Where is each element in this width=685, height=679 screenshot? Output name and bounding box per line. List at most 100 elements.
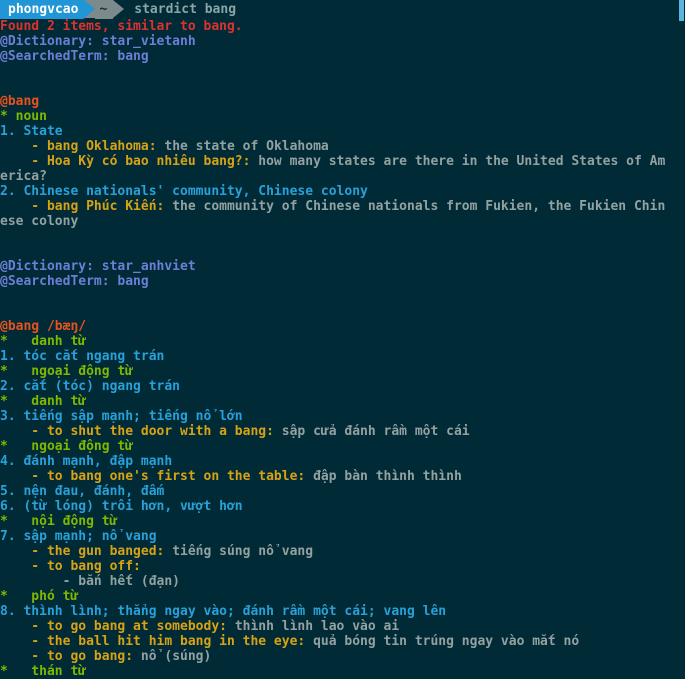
terminal-text-span: - bắn hết (đạn) xyxy=(0,574,181,589)
terminal-line: 5. nện đau, đánh, đấm xyxy=(0,484,685,499)
terminal-line: erica? xyxy=(0,169,685,184)
prompt-arrow-icon xyxy=(113,0,125,18)
terminal-window: phongvcao ~ stardict bang Found 2 items,… xyxy=(0,0,685,679)
terminal-text-span: * danh từ xyxy=(0,394,87,409)
terminal-text-span: @Dictionary: star_anhviet xyxy=(0,259,196,274)
terminal-output: Found 2 items, similar to bang. @Dictiona… xyxy=(0,19,685,679)
terminal-text-span: * thán từ xyxy=(0,664,87,679)
terminal-line: - bang Oklahoma: the state of Oklahoma xyxy=(0,139,685,154)
terminal-text-span: how many states are there in the United … xyxy=(258,154,666,169)
terminal-text-span: Found 2 items, similar to bang. xyxy=(0,19,243,34)
terminal-text-span: @SearchedTerm: bang xyxy=(0,49,149,64)
terminal-line: * ngoại động từ xyxy=(0,439,685,454)
terminal-text-span: tiếng súng nổ vang xyxy=(172,544,314,559)
scrollbar[interactable] xyxy=(676,0,685,679)
terminal-line: - the ball hit him bang in the eye: quả … xyxy=(0,634,685,649)
prompt-arrow-icon xyxy=(84,0,96,18)
terminal-text-span: 5. nện đau, đánh, đấm xyxy=(0,484,165,499)
terminal-text-span: @Dictionary: star_vietanh xyxy=(0,34,196,49)
terminal-text-span: - to bang one's first on the table: xyxy=(0,469,314,484)
terminal-text-span: @SearchedTerm: bang xyxy=(0,274,149,289)
terminal-line: 4. đánh mạnh, đập mạnh xyxy=(0,454,685,469)
prompt-cwd-segment: ~ xyxy=(95,0,114,19)
terminal-text-span: 2. cắt (tóc) ngang trán xyxy=(0,379,181,394)
terminal-line: * danh từ xyxy=(0,334,685,349)
terminal-text-span: @bang xyxy=(0,94,40,109)
terminal-text-span: * phó từ xyxy=(0,589,79,604)
terminal-text-span: 2. Chinese nationals' community, Chinese… xyxy=(0,184,368,199)
terminal-text-span: the community of Chinese nationals from … xyxy=(172,199,666,214)
terminal-text-span: * ngoại động từ xyxy=(0,364,134,379)
terminal-text-span: - the gun banged: xyxy=(0,544,173,559)
terminal-text-span: - the ball hit him bang in the eye: xyxy=(0,634,314,649)
terminal-text-span: erica? xyxy=(0,169,47,184)
terminal-line: 2. cắt (tóc) ngang trán xyxy=(0,379,685,394)
terminal-line: - to shut the door with a bang: sập cửa … xyxy=(0,424,685,439)
terminal-screen: phongvcao ~ stardict bang Found 2 items,… xyxy=(0,0,685,679)
terminal-line: - to go bang at somebody: thình lình lao… xyxy=(0,619,685,634)
terminal-text-span: ese colony xyxy=(0,214,79,229)
terminal-text-span: the state of Oklahoma xyxy=(164,139,329,154)
terminal-line: * nội động từ xyxy=(0,514,685,529)
terminal-line: 7. sập mạnh; nổ vang xyxy=(0,529,685,544)
terminal-line: 6. (từ lóng) trôi hơn, vượt hơn xyxy=(0,499,685,514)
terminal-line: 1. tóc cắt ngang trán xyxy=(0,349,685,364)
terminal-line: @SearchedTerm: bang xyxy=(0,49,685,64)
terminal-text-span: 7. sập mạnh; nổ vang xyxy=(0,529,157,544)
prompt-user-segment: phongvcao xyxy=(0,0,85,19)
command-text: stardict bang xyxy=(134,2,237,17)
terminal-line: - to bang one's first on the table: đập … xyxy=(0,469,685,484)
scrollbar-thumb[interactable] xyxy=(679,0,684,21)
terminal-line: @bang xyxy=(0,94,685,109)
terminal-text-span: - to go bang at somebody: xyxy=(0,619,235,634)
terminal-line: * thán từ xyxy=(0,664,685,679)
terminal-line: 3. tiếng sập mạnh; tiếng nổ lớn xyxy=(0,409,685,424)
terminal-line: Found 2 items, similar to bang. xyxy=(0,19,685,34)
terminal-text-span: 3. tiếng sập mạnh; tiếng nổ lớn xyxy=(0,409,243,424)
terminal-line: * ngoại động từ xyxy=(0,364,685,379)
terminal-line: @bang /bæŋ/ xyxy=(0,319,685,334)
terminal-text-span: 4. đánh mạnh, đập mạnh xyxy=(0,454,173,469)
terminal-line: * noun xyxy=(0,109,685,124)
terminal-line: * phó từ xyxy=(0,589,685,604)
terminal-line: ese colony xyxy=(0,214,685,229)
terminal-text-span: nổ (súng) xyxy=(140,649,212,664)
terminal-text-span: sập cửa đánh rầm một cái xyxy=(281,424,470,439)
terminal-text-span: * danh từ xyxy=(0,334,87,349)
terminal-text-span: - bang Phúc Kiến: xyxy=(0,199,173,214)
terminal-line: * danh từ xyxy=(0,394,685,409)
terminal-line: - to bang off: xyxy=(0,559,685,574)
terminal-line: - Hoa Kỳ có bao nhiêu bang?: how many st… xyxy=(0,154,685,169)
terminal-line: - bang Phúc Kiến: the community of Chine… xyxy=(0,199,685,214)
terminal-text-span: @bang /bæŋ/ xyxy=(0,319,87,334)
terminal-text-span: - to go bang: xyxy=(0,649,141,664)
terminal-line: @Dictionary: star_vietanh xyxy=(0,34,685,49)
terminal-line: - the gun banged: tiếng súng nổ vang xyxy=(0,544,685,559)
terminal-text-span: - bang Oklahoma: xyxy=(0,139,165,154)
terminal-text-span: quả bóng tin trúng ngay vào mắt nó xyxy=(313,634,580,649)
terminal-line: @SearchedTerm: bang xyxy=(0,274,685,289)
terminal-text-span: 1. State xyxy=(0,124,63,139)
terminal-line: - to go bang: nổ (súng) xyxy=(0,649,685,664)
terminal-text-span: 6. (từ lóng) trôi hơn, vượt hơn xyxy=(0,499,243,514)
terminal-text-span: đập bàn thình thình xyxy=(313,469,462,484)
terminal-line: 2. Chinese nationals' community, Chinese… xyxy=(0,184,685,199)
terminal-text-span: * xyxy=(0,109,16,124)
terminal-text-span: noun xyxy=(15,109,47,124)
terminal-text-span: thình lình lao vào ai xyxy=(234,619,400,634)
terminal-text-span: 1. tóc cắt ngang trán xyxy=(0,349,165,364)
terminal-line: 1. State xyxy=(0,124,685,139)
terminal-text-span: * nội động từ xyxy=(0,514,118,529)
terminal-text-span: - Hoa Kỳ có bao nhiêu bang?: xyxy=(0,154,259,169)
terminal-text-span: * ngoại động từ xyxy=(0,439,134,454)
terminal-line: @Dictionary: star_anhviet xyxy=(0,259,685,274)
terminal-text-span: - to shut the door with a bang: xyxy=(0,424,282,439)
terminal-text-span: 8. thình lình; thẳng ngay vào; đánh rầm … xyxy=(0,604,447,619)
terminal-line: - bắn hết (đạn) xyxy=(0,574,685,589)
